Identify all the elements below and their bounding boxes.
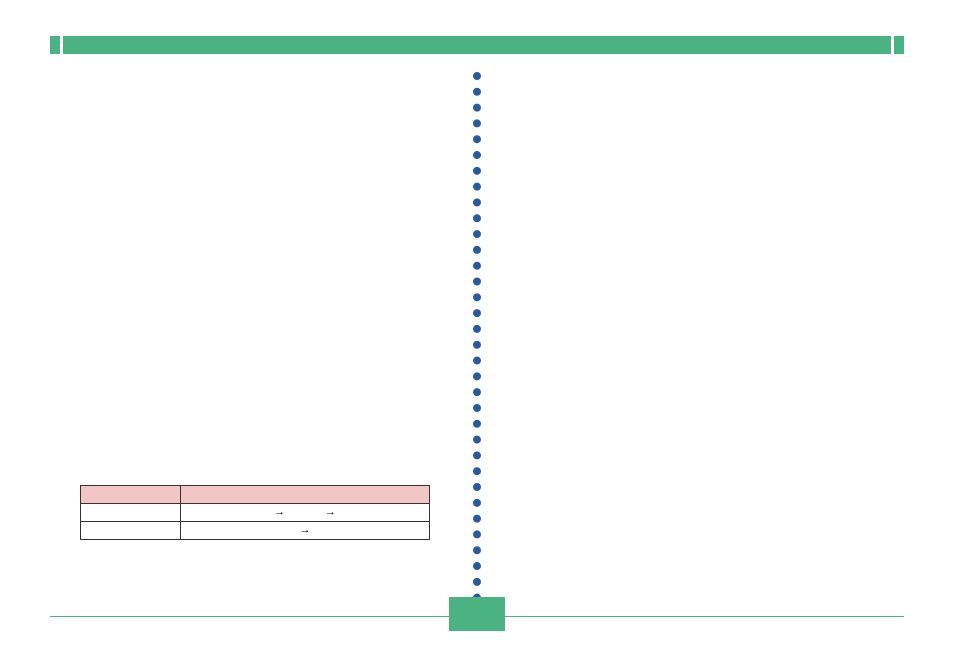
table-cell bbox=[81, 522, 181, 540]
page-number-box bbox=[449, 597, 505, 631]
table-header-cell bbox=[81, 486, 181, 504]
table-row: → → bbox=[81, 504, 430, 522]
header-bar-segment-main bbox=[63, 36, 891, 54]
arrow-right-icon: → bbox=[300, 525, 311, 536]
column-divider-dotted bbox=[473, 72, 481, 602]
data-table: → → → bbox=[80, 485, 430, 540]
arrow-right-icon: → bbox=[325, 507, 336, 518]
table-row: → bbox=[81, 522, 430, 540]
table-cell bbox=[81, 504, 181, 522]
table-header-row bbox=[81, 486, 430, 504]
table-cell: → bbox=[181, 522, 430, 540]
header-bar bbox=[50, 36, 904, 54]
header-bar-segment-left bbox=[50, 36, 60, 54]
table-cell: → → bbox=[181, 504, 430, 522]
header-bar-segment-right bbox=[894, 36, 904, 54]
table-header-cell bbox=[181, 486, 430, 504]
arrow-right-icon: → bbox=[274, 507, 285, 518]
